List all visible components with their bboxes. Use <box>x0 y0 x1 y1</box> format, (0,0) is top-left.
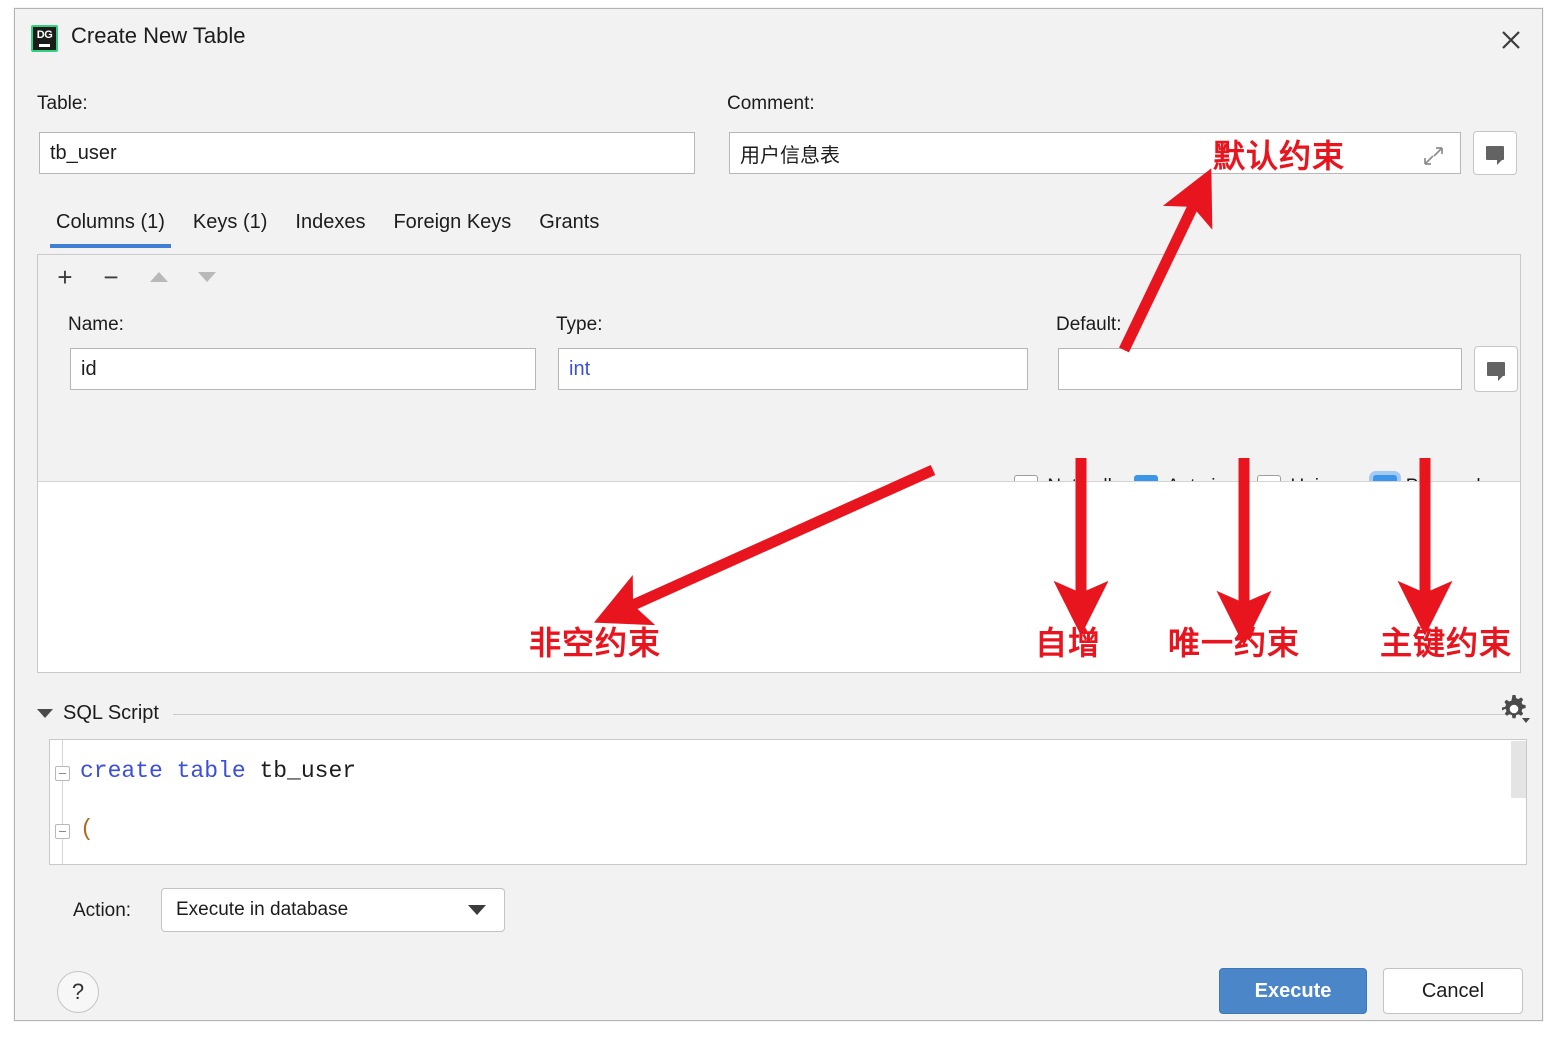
action-label: Action: <box>73 900 132 921</box>
cancel-button[interactable]: Cancel <box>1383 968 1523 1014</box>
column-default-label: Default: <box>1056 314 1122 335</box>
table-editor-tabs: Columns (1) Keys (1) Indexes Foreign Key… <box>42 205 613 253</box>
comment-bubble-icon-button[interactable] <box>1473 131 1517 175</box>
default-comment-bubble-icon-button[interactable] <box>1474 346 1518 392</box>
tab-columns[interactable]: Columns (1) <box>42 205 179 248</box>
sql-line-1: create table tb_user <box>80 758 356 784</box>
fold-toggle-icon[interactable] <box>55 824 70 839</box>
gear-icon[interactable] <box>1496 691 1532 732</box>
columns-toolbar: + − <box>38 255 1520 299</box>
chevron-down-icon <box>468 905 486 915</box>
comment-input[interactable] <box>729 132 1461 174</box>
sql-scrollbar[interactable] <box>1509 740 1526 864</box>
close-icon[interactable] <box>1496 25 1526 55</box>
sql-gutter <box>50 740 76 864</box>
remove-column-button[interactable]: − <box>96 262 126 292</box>
triangle-down-icon <box>198 272 216 282</box>
triangle-up-icon <box>150 272 168 282</box>
sql-script-header: SQL Script <box>37 693 1521 733</box>
columns-list[interactable] <box>38 481 1520 672</box>
datagrip-icon: DG <box>31 25 58 52</box>
comment-label: Comment: <box>727 93 815 114</box>
move-up-button[interactable] <box>144 262 174 292</box>
sql-paren: ( <box>80 816 94 842</box>
column-default-input[interactable] <box>1058 348 1462 390</box>
comment-bubble-icon <box>1486 146 1504 165</box>
move-down-button[interactable] <box>192 262 222 292</box>
table-name-input[interactable] <box>39 132 695 174</box>
sql-keyword: create table <box>80 758 260 784</box>
table-label: Table: <box>37 93 88 114</box>
columns-panel: + − Name: Type: Default: Not null <box>37 254 1521 673</box>
sql-script-editor[interactable]: create table tb_user ( <box>49 739 1527 865</box>
page-title: Create New Table <box>71 23 246 48</box>
comment-bubble-icon <box>1487 362 1505 381</box>
fold-toggle-icon[interactable] <box>55 766 70 781</box>
tab-foreign-keys[interactable]: Foreign Keys <box>379 205 525 248</box>
sql-line-2: ( <box>80 816 94 842</box>
create-new-table-dialog: DG Create New Table Table: Comment: Colu… <box>14 8 1543 1021</box>
column-type-input[interactable] <box>558 348 1028 390</box>
action-selected-value: Execute in database <box>176 899 349 920</box>
expand-icon[interactable] <box>1421 145 1445 172</box>
column-editor: Name: Type: Default: Not null Auto inc <box>38 298 1520 499</box>
dialog-titlebar: DG Create New Table <box>15 9 1542 65</box>
action-dropdown[interactable]: Execute in database <box>161 888 505 932</box>
help-button[interactable]: ? <box>57 971 99 1013</box>
execute-button[interactable]: Execute <box>1219 968 1367 1014</box>
scrollbar-thumb[interactable] <box>1511 741 1526 798</box>
add-column-button[interactable]: + <box>50 262 80 292</box>
tab-grants[interactable]: Grants <box>525 205 613 248</box>
sql-script-title: SQL Script <box>63 701 159 724</box>
tab-indexes[interactable]: Indexes <box>281 205 379 248</box>
triangle-down-icon[interactable] <box>37 708 53 718</box>
column-name-input[interactable] <box>70 348 536 390</box>
sql-identifier: tb_user <box>259 758 357 784</box>
section-divider <box>172 713 1521 715</box>
tab-keys[interactable]: Keys (1) <box>179 205 281 248</box>
column-type-label: Type: <box>556 314 603 335</box>
column-name-label: Name: <box>68 314 124 335</box>
